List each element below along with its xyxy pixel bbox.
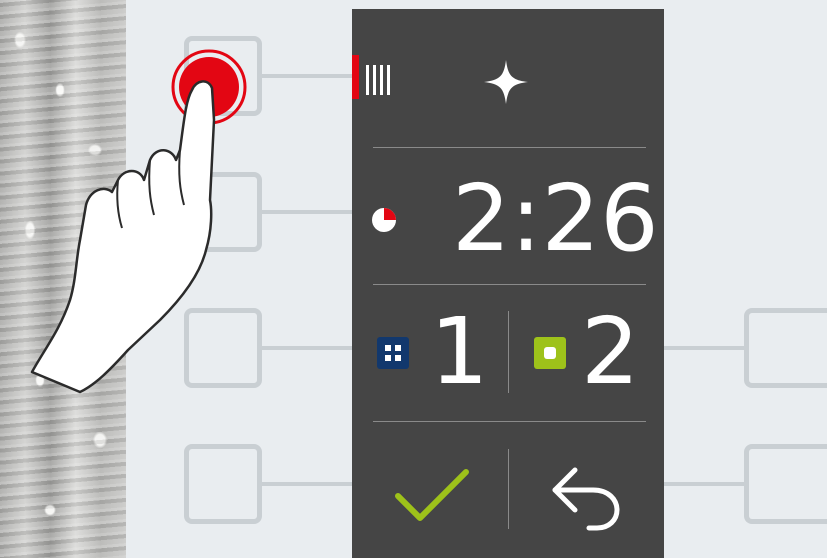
finger-press-icon (30, 49, 247, 394)
